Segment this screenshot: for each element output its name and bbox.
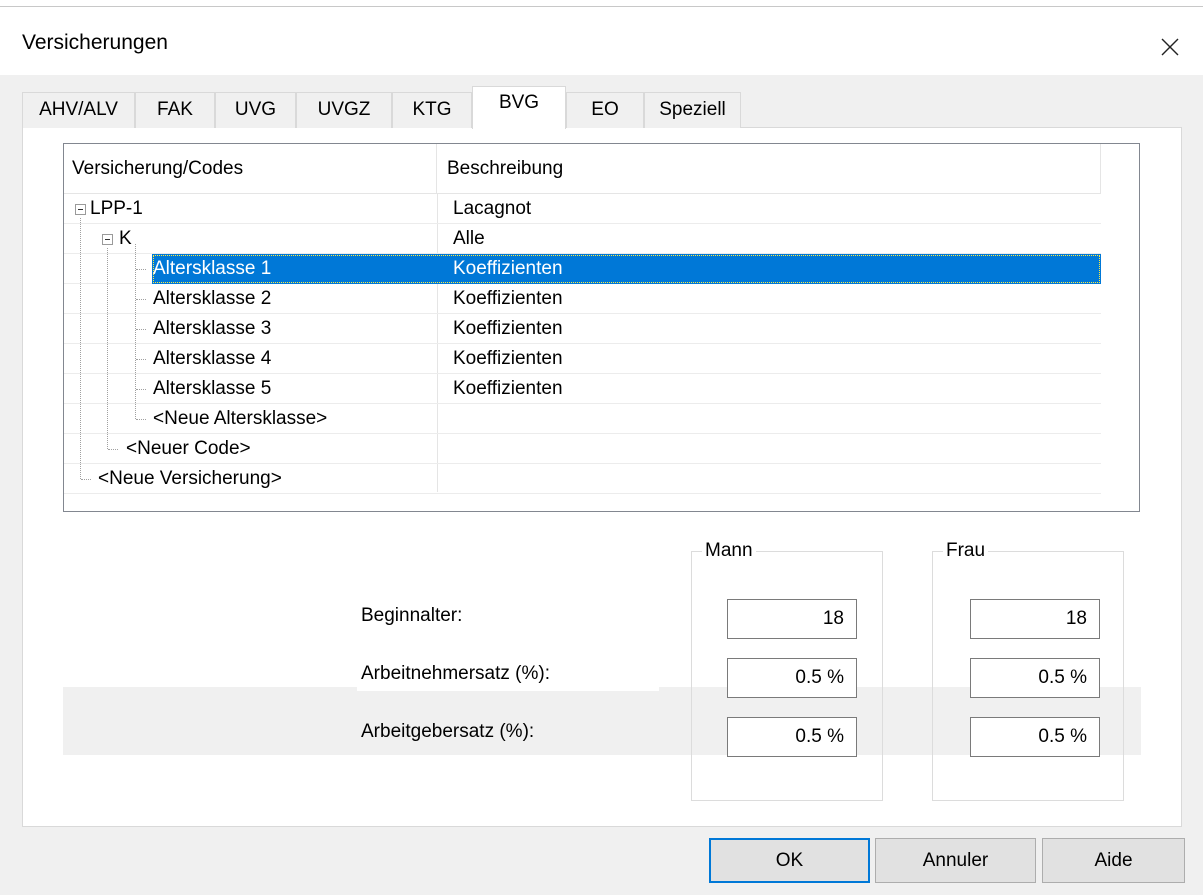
frau-arbeitgebersatz-field[interactable]: 0.5 % — [970, 717, 1100, 757]
tree-row-altersklasse[interactable]: Altersklasse 5 Koeffizienten — [64, 374, 1101, 404]
tab-ktg[interactable]: KTG — [392, 92, 472, 128]
tab-label: BVG — [498, 92, 540, 113]
column-header-codes[interactable]: Versicherung/Codes — [64, 144, 437, 194]
tab-fak[interactable]: FAK — [135, 92, 215, 128]
mann-beginnalter-field[interactable]: 18 — [727, 599, 857, 639]
tree-row-new-insurance[interactable]: <Neue Versicherung> — [64, 464, 1101, 494]
tab-label: KTG — [412, 99, 452, 120]
tree-node-description: Koeffizienten — [453, 378, 563, 399]
tree-node-description: Lacagnot — [453, 198, 532, 219]
mann-arbeitgebersatz-field[interactable]: 0.5 % — [727, 717, 857, 757]
title-bar: Versicherungen — [0, 7, 1203, 75]
tree-row-new-code[interactable]: <Neuer Code> — [64, 434, 1101, 464]
help-button[interactable]: Aide — [1042, 838, 1185, 883]
frau-beginnalter-field[interactable]: 18 — [970, 599, 1100, 639]
label-beginnalter: Beginnalter: — [361, 605, 463, 626]
tree-node-label: <Neue Versicherung> — [98, 468, 282, 489]
label-arbeitgebersatz: Arbeitgebersatz (%): — [361, 721, 535, 742]
tree-node-description: Koeffizienten — [453, 348, 563, 369]
tree-node-description: Koeffizienten — [453, 258, 563, 279]
tree-node-label: <Neuer Code> — [126, 438, 251, 459]
tab-speziell[interactable]: Speziell — [644, 92, 741, 128]
tree-row-altersklasse-selected[interactable]: Altersklasse 1 Koeffizienten — [64, 254, 1101, 284]
group-label-frau: Frau — [943, 540, 989, 562]
collapse-toggle-icon[interactable] — [75, 204, 86, 215]
tree-node-description: Koeffizienten — [453, 288, 563, 309]
tree-row-altersklasse[interactable]: Altersklasse 2 Koeffizienten — [64, 284, 1101, 314]
tab-uvg[interactable]: UVG — [215, 92, 296, 128]
tree-row-insurance[interactable]: LPP-1 Lacagnot — [64, 194, 1101, 224]
close-button[interactable] — [1150, 27, 1190, 67]
tree-node-label: K — [119, 228, 132, 249]
tree-node-label: Altersklasse 3 — [153, 318, 272, 339]
window-title: Versicherungen — [22, 31, 168, 54]
tab-label: UVG — [234, 99, 277, 120]
tree-row-altersklasse[interactable]: Altersklasse 3 Koeffizienten — [64, 314, 1101, 344]
tree-node-description: Koeffizienten — [453, 318, 563, 339]
close-icon — [1161, 38, 1179, 56]
tab-label: Speziell — [659, 99, 726, 120]
tree-node-label: Altersklasse 1 — [153, 258, 272, 279]
label-arbeitnehmersatz: Arbeitnehmersatz (%): — [361, 663, 551, 684]
tab-uvgz[interactable]: UVGZ — [296, 92, 392, 128]
insurance-tree-view[interactable]: Versicherung/Codes Beschreibung LPP-1 La… — [63, 143, 1140, 512]
tree-node-description: Alle — [453, 228, 485, 249]
tab-bvg[interactable]: BVG — [472, 86, 566, 129]
tree-row-code[interactable]: K Alle — [64, 224, 1101, 254]
tab-label: EO — [591, 99, 619, 120]
tree-node-label: Altersklasse 2 — [153, 288, 272, 309]
tab-label: FAK — [157, 99, 193, 120]
tree-row-new-altersklasse[interactable]: <Neue Altersklasse> — [64, 404, 1101, 434]
tree-row-altersklasse[interactable]: Altersklasse 4 Koeffizienten — [64, 344, 1101, 374]
tree-header: Versicherung/Codes Beschreibung — [64, 144, 1101, 194]
group-label-mann: Mann — [702, 540, 756, 562]
selection-highlight — [152, 254, 1101, 284]
column-header-description[interactable]: Beschreibung — [437, 144, 1101, 194]
window-top-edge — [0, 0, 1203, 7]
tab-label: AHV/ALV — [39, 99, 118, 120]
tree-node-label: Altersklasse 4 — [153, 348, 272, 369]
tab-eo[interactable]: EO — [566, 92, 644, 128]
cancel-button[interactable]: Annuler — [875, 838, 1036, 883]
tree-node-label: Altersklasse 5 — [153, 378, 272, 399]
tab-ahv-alv[interactable]: AHV/ALV — [22, 92, 135, 128]
tree-node-label: LPP-1 — [90, 198, 143, 219]
collapse-toggle-icon[interactable] — [102, 234, 113, 245]
frau-arbeitnehmersatz-field[interactable]: 0.5 % — [970, 658, 1100, 698]
band-notch — [357, 687, 659, 691]
ok-button[interactable]: OK — [709, 838, 870, 883]
tree-node-label: <Neue Altersklasse> — [153, 408, 328, 429]
mann-arbeitnehmersatz-field[interactable]: 0.5 % — [727, 658, 857, 698]
tab-label: UVGZ — [317, 99, 371, 120]
